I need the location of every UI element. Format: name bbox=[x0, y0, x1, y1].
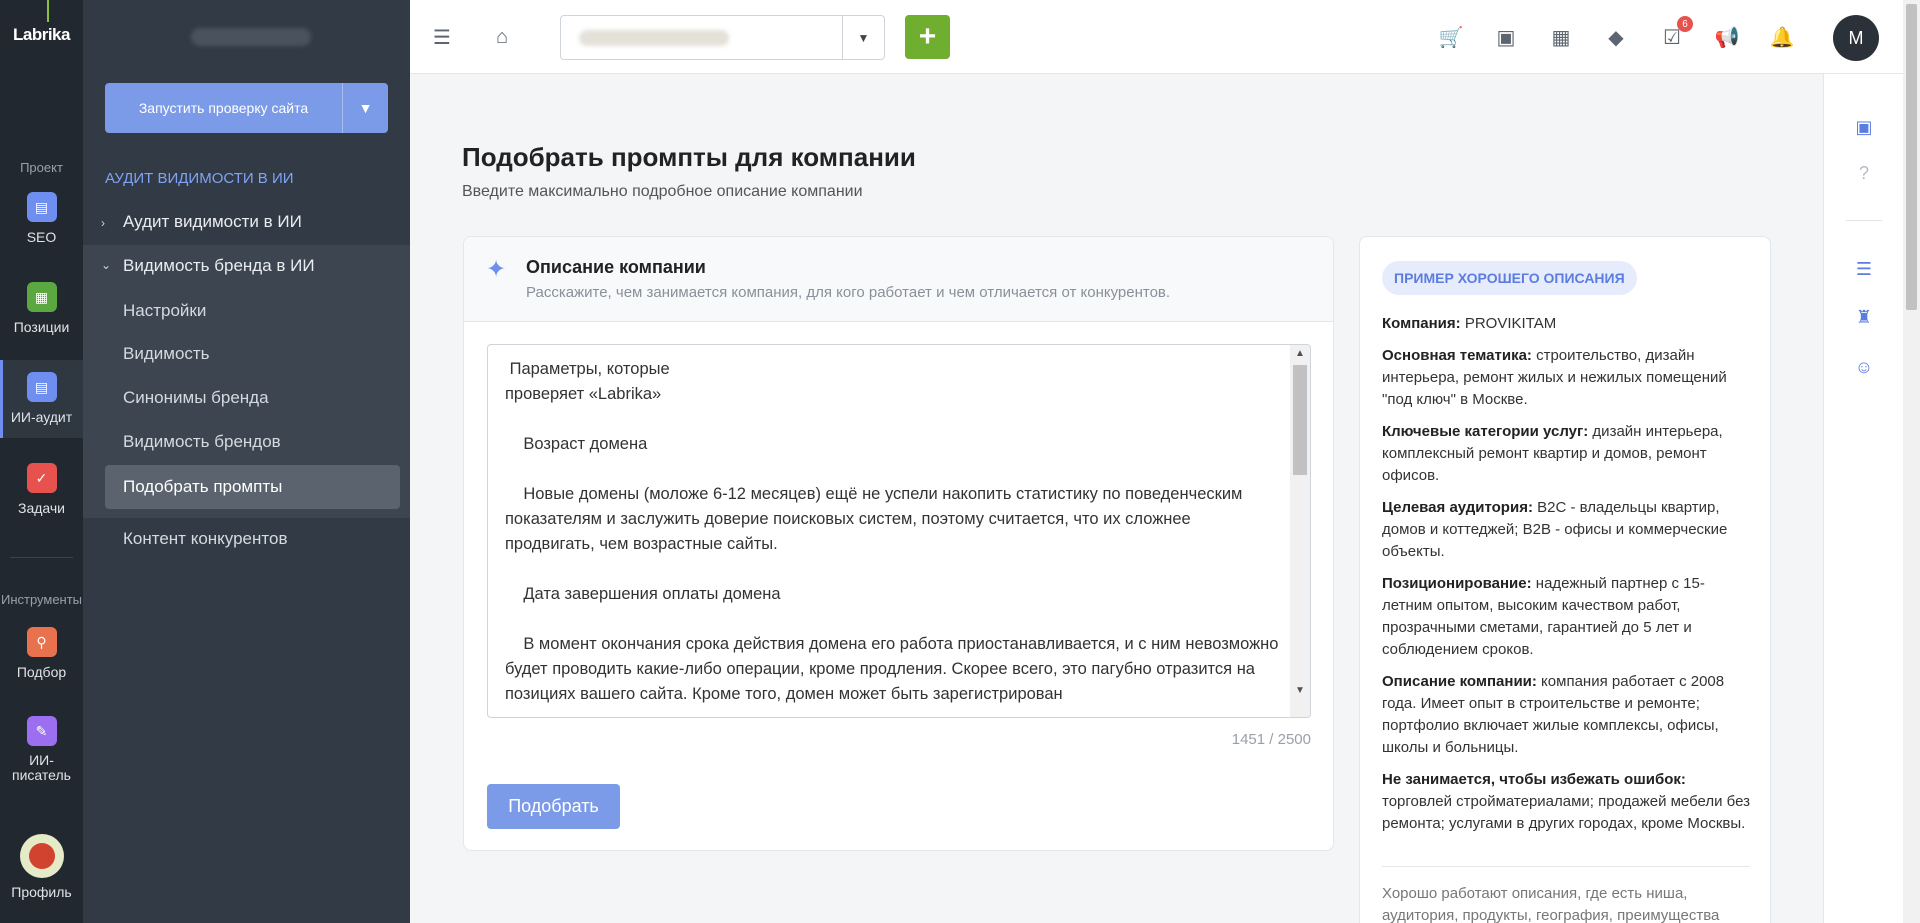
page-scroll-thumb[interactable] bbox=[1906, 4, 1917, 310]
top-bar: ☰ ⌂ ▼ + 🛒 ▣ ▦ ◆ ☑ 6 📢 🔔 M bbox=[410, 0, 1920, 74]
rail-item-label: Профиль bbox=[11, 884, 72, 900]
tasks-icon[interactable]: ☑ 6 bbox=[1657, 16, 1693, 52]
company-description-textarea[interactable]: Параметры, которые проверяет «Labrika» В… bbox=[487, 344, 1311, 718]
megaphone-icon[interactable]: 📢 bbox=[1712, 22, 1742, 52]
calendar-icon[interactable]: ▦ bbox=[1546, 22, 1576, 52]
sidebar-item-label: Видимость бренда в ИИ bbox=[123, 256, 315, 275]
cake-icon[interactable]: ♜ bbox=[1851, 304, 1877, 330]
rail-item-label: Подбор bbox=[16, 664, 67, 680]
home-icon[interactable]: ⌂ bbox=[487, 22, 517, 52]
bell-icon[interactable]: 🔔 bbox=[1767, 22, 1797, 52]
rail-item-label: Задачи bbox=[17, 500, 65, 516]
run-site-check-button[interactable]: Запустить проверку сайта ▼ bbox=[105, 83, 388, 133]
company-description-card: ✦ Описание компании Расскажите, чем зани… bbox=[463, 236, 1334, 851]
page-subtitle: Введите максимально подробное описание к… bbox=[462, 183, 863, 200]
sidebar-group-brand-visibility: ⌄ Видимость бренда в ИИ Настройки Видимо… bbox=[83, 245, 410, 518]
textarea-scroll-thumb[interactable] bbox=[1293, 365, 1307, 475]
page-scrollbar[interactable] bbox=[1903, 0, 1920, 923]
search-key-icon: ⚲ bbox=[26, 627, 57, 657]
example-row: Позиционирование: надежный партнер с 15-… bbox=[1382, 575, 1705, 658]
sidebar-subitem-pick-prompts[interactable]: Подобрать промпты bbox=[105, 465, 400, 509]
example-body: Компания: PROVIKITAM Основная тематика: … bbox=[1382, 313, 1750, 845]
list-icon[interactable]: ☰ bbox=[1851, 256, 1877, 282]
card-title: Описание компании bbox=[526, 257, 706, 277]
project-name-blurred bbox=[191, 28, 311, 46]
example-row: Ключевые категории услуг: дизайн интерье… bbox=[1382, 423, 1723, 484]
tasks-badge: 6 bbox=[1677, 16, 1693, 32]
sidebar-item-competitor-content[interactable]: Контент конкурентов bbox=[123, 529, 287, 549]
app-rail: Labrika Проект ▤ SEO ▦ Позиции ▤ ИИ-ауди… bbox=[0, 0, 83, 923]
example-row: Описание компании: компания работает с 2… bbox=[1382, 673, 1725, 756]
example-badge: ПРИМЕР ХОРОШЕГО ОПИСАНИЯ bbox=[1382, 261, 1637, 295]
rail-item-ai-writer[interactable]: ✎ ИИ-писатель bbox=[0, 716, 83, 783]
caret-down-icon[interactable]: ▼ bbox=[842, 16, 884, 59]
card-subtitle: Расскажите, чем занимается компания, для… bbox=[526, 284, 1171, 301]
pick-button[interactable]: Подобрать bbox=[487, 784, 620, 829]
seo-icon: ▤ bbox=[26, 192, 57, 222]
sidebar-subitem-settings[interactable]: Настройки bbox=[123, 301, 206, 321]
textarea-scrollbar[interactable]: ▲ ▼ bbox=[1290, 345, 1310, 717]
sidebar-item-ai-audit[interactable]: › Аудит видимости в ИИ bbox=[83, 212, 410, 234]
chat-icon[interactable]: ◆ bbox=[1601, 22, 1631, 52]
textarea-value[interactable]: Параметры, которые проверяет «Labrika» В… bbox=[505, 357, 1285, 707]
sidebar-subitem-brand-synonyms[interactable]: Синонимы бренда bbox=[123, 388, 269, 408]
sidebar-subitem-brands-visibility[interactable]: Видимость брендов bbox=[123, 432, 281, 452]
sidebar-heading: АУДИТ ВИДИМОСТИ В ИИ bbox=[105, 170, 294, 187]
sparkles-icon: ✦ bbox=[486, 256, 507, 283]
chevron-right-icon: › bbox=[101, 216, 105, 230]
scroll-up-icon[interactable]: ▲ bbox=[1290, 348, 1310, 359]
scroll-down-icon[interactable]: ▼ bbox=[1290, 685, 1310, 696]
example-footer: Хорошо работают описания, где есть ниша,… bbox=[1382, 885, 1720, 923]
example-row: Компания: PROVIKITAM bbox=[1382, 315, 1557, 332]
wallet-icon[interactable]: ▣ bbox=[1491, 22, 1521, 52]
panel-divider bbox=[1846, 220, 1882, 221]
page-title: Подобрать промпты для компании bbox=[462, 142, 916, 172]
add-button[interactable]: + bbox=[905, 15, 950, 59]
run-check-label[interactable]: Запустить проверку сайта bbox=[105, 83, 343, 133]
rail-item-selection[interactable]: ⚲ Подбор bbox=[0, 627, 83, 680]
rail-item-ai-audit[interactable]: ▤ ИИ-аудит bbox=[0, 360, 83, 438]
cart-icon[interactable]: 🛒 bbox=[1436, 22, 1466, 52]
rail-section-project: Проект bbox=[20, 160, 63, 175]
sidebar-subitem-visibility[interactable]: Видимость bbox=[123, 344, 210, 364]
example-row: Основная тематика: строительство, дизайн… bbox=[1382, 347, 1727, 408]
sidebar-item-brand-visibility[interactable]: ⌄ Видимость бренда в ИИ bbox=[83, 256, 410, 278]
rail-divider bbox=[10, 557, 73, 558]
rail-item-label: Позиции bbox=[13, 319, 70, 335]
example-divider bbox=[1382, 866, 1750, 867]
rail-item-seo[interactable]: ▤ SEO bbox=[0, 192, 83, 245]
rail-item-positions[interactable]: ▦ Позиции bbox=[0, 282, 83, 335]
good-description-example: ПРИМЕР ХОРОШЕГО ОПИСАНИЯ Компания: PROVI… bbox=[1359, 236, 1771, 923]
project-select[interactable]: ▼ bbox=[560, 15, 885, 60]
card-header: ✦ Описание компании Расскажите, чем зани… bbox=[464, 237, 1333, 322]
rail-item-label: ИИ-аудит bbox=[10, 409, 73, 425]
rail-section-tools: Инструменты bbox=[0, 592, 83, 607]
rail-item-tasks[interactable]: ✓ Задачи bbox=[0, 463, 83, 516]
clipboard-icon: ▤ bbox=[26, 372, 57, 402]
magic-wand-icon: ✎ bbox=[26, 716, 57, 746]
rail-item-profile[interactable]: Профиль bbox=[0, 834, 83, 900]
app-logo[interactable]: Labrika bbox=[0, 25, 83, 45]
section-sidebar: Запустить проверку сайта ▼ АУДИТ ВИДИМОС… bbox=[83, 0, 410, 923]
chevron-down-icon: ⌄ bbox=[101, 258, 112, 272]
user-avatar[interactable]: M bbox=[1833, 15, 1879, 61]
rail-item-label: ИИ-писатель bbox=[12, 752, 71, 783]
menu-icon[interactable]: ☰ bbox=[427, 22, 457, 52]
archive-icon[interactable]: ▣ bbox=[1851, 114, 1877, 140]
project-select-value-blurred bbox=[579, 30, 729, 46]
example-row: Не занимается, чтобы избежать ошибок: то… bbox=[1382, 771, 1750, 832]
profile-avatar-icon bbox=[19, 834, 64, 878]
logo-accent bbox=[47, 0, 49, 22]
char-counter: 1451 / 2500 bbox=[1231, 731, 1311, 748]
support-icon[interactable]: ☺ bbox=[1851, 354, 1877, 380]
right-tool-panel: ▣ ? ☰ ♜ ☺ bbox=[1823, 74, 1903, 923]
example-row: Целевая аудитория: B2C - владельцы кварт… bbox=[1382, 499, 1728, 560]
check-icon: ✓ bbox=[26, 463, 57, 493]
sidebar-item-label: Аудит видимости в ИИ bbox=[123, 212, 302, 231]
chart-icon: ▦ bbox=[26, 282, 57, 312]
rail-item-label: SEO bbox=[26, 229, 57, 245]
help-icon[interactable]: ? bbox=[1851, 160, 1877, 186]
caret-down-icon[interactable]: ▼ bbox=[343, 83, 388, 133]
